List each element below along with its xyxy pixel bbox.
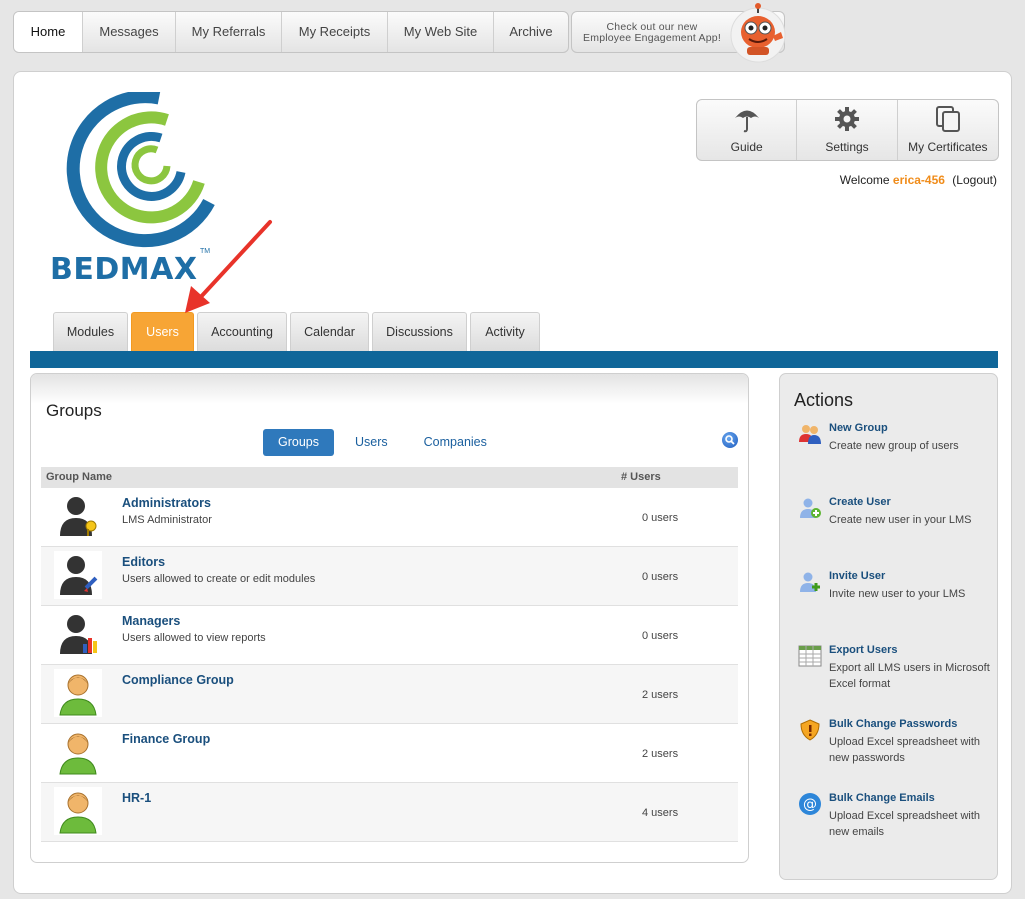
tab-accounting[interactable]: Accounting bbox=[197, 312, 287, 351]
group-user-count: 0 users bbox=[642, 571, 679, 583]
table-row[interactable]: Compliance Group 2 users bbox=[41, 665, 738, 724]
table-row[interactable]: Finance Group 2 users bbox=[41, 724, 738, 783]
welcome-message: Welcome erica-456 (Logout) bbox=[839, 173, 997, 187]
search-icon bbox=[725, 435, 735, 445]
subtab-users[interactable]: Users bbox=[340, 429, 403, 456]
group-name[interactable]: HR-1 bbox=[122, 791, 151, 805]
user-avatar-icon bbox=[54, 728, 102, 776]
group-name[interactable]: Managers bbox=[122, 614, 180, 628]
brand-name: BEDMAX bbox=[50, 252, 198, 287]
tab-activity[interactable]: Activity bbox=[470, 312, 540, 351]
group-name[interactable]: Finance Group bbox=[122, 732, 210, 746]
actions-panel: Actions New Group Create new group of us… bbox=[779, 373, 998, 880]
robot-mascot-icon bbox=[730, 3, 786, 63]
gear-icon bbox=[834, 107, 859, 131]
table-row[interactable]: Managers Users allowed to view reports 0… bbox=[41, 606, 738, 665]
main-tabs: Modules Users Accounting Calendar Discus… bbox=[53, 312, 543, 351]
groups-table: Group Name # Users Administrators LMS Ad… bbox=[41, 467, 738, 842]
table-header: Group Name # Users bbox=[41, 467, 738, 488]
tab-users[interactable]: Users bbox=[131, 312, 194, 351]
user-avatar-icon bbox=[54, 669, 102, 717]
table-row[interactable]: Administrators LMS Administrator 0 users bbox=[41, 488, 738, 547]
tab-discussions[interactable]: Discussions bbox=[372, 312, 467, 351]
groups-panel: Groups Groups Users Companies Group Name… bbox=[30, 373, 749, 863]
search-button[interactable] bbox=[722, 432, 738, 448]
group-description: Users allowed to view reports bbox=[122, 632, 266, 644]
create-user-icon bbox=[800, 498, 821, 518]
table-row[interactable]: Editors Users allowed to create or edit … bbox=[41, 547, 738, 606]
promo-banner[interactable]: Check out our new Employee Engagement Ap… bbox=[571, 3, 786, 63]
nav-my-web-site[interactable]: My Web Site bbox=[388, 12, 494, 52]
svg-text:@: @ bbox=[803, 797, 817, 813]
top-navigation: Home Messages My Referrals My Receipts M… bbox=[13, 11, 569, 53]
subtab-companies[interactable]: Companies bbox=[409, 429, 502, 456]
nav-my-receipts[interactable]: My Receipts bbox=[282, 12, 388, 52]
nav-messages[interactable]: Messages bbox=[83, 12, 176, 52]
trademark: TM bbox=[200, 248, 211, 255]
new-group-icon bbox=[799, 425, 821, 444]
main-panel: BEDMAX TM Guide Settings My Certificates… bbox=[13, 71, 1012, 894]
column-group-name[interactable]: Group Name bbox=[46, 471, 112, 483]
spreadsheet-icon bbox=[798, 645, 822, 667]
group-user-count: 2 users bbox=[642, 748, 679, 760]
tab-underline-bar bbox=[30, 351, 998, 368]
invite-user-icon bbox=[800, 572, 820, 592]
nav-archive[interactable]: Archive bbox=[494, 12, 568, 52]
group-user-count: 0 users bbox=[642, 512, 679, 524]
groups-subtabs: Groups Users Companies bbox=[263, 429, 508, 456]
at-sign-icon: @ bbox=[799, 793, 821, 815]
tab-modules[interactable]: Modules bbox=[53, 312, 128, 351]
username-link[interactable]: erica-456 bbox=[893, 173, 945, 187]
editor-avatar-icon bbox=[54, 551, 102, 599]
group-name[interactable]: Administrators bbox=[122, 496, 211, 510]
shield-icon bbox=[800, 719, 820, 741]
table-row[interactable]: HR-1 4 users bbox=[41, 783, 738, 842]
promo-text: Check out our new Employee Engagement Ap… bbox=[583, 21, 721, 44]
nav-home[interactable]: Home bbox=[14, 12, 83, 52]
nav-my-referrals[interactable]: My Referrals bbox=[176, 12, 282, 52]
admin-avatar-icon bbox=[54, 492, 102, 540]
group-description: Users allowed to create or edit modules bbox=[122, 573, 316, 585]
settings-button[interactable]: Settings bbox=[797, 100, 898, 160]
actions-title: Actions bbox=[794, 390, 854, 410]
toolbox: Guide Settings My Certificates bbox=[696, 99, 999, 161]
group-user-count: 4 users bbox=[642, 807, 679, 819]
groups-title: Groups bbox=[46, 401, 102, 420]
guide-button[interactable]: Guide bbox=[697, 100, 798, 160]
column-users[interactable]: # Users bbox=[621, 471, 661, 483]
group-name[interactable]: Editors bbox=[122, 555, 165, 569]
group-name[interactable]: Compliance Group bbox=[122, 673, 234, 687]
group-user-count: 2 users bbox=[642, 689, 679, 701]
copy-icon bbox=[935, 106, 960, 132]
my-certificates-button[interactable]: My Certificates bbox=[898, 100, 998, 160]
umbrella-icon bbox=[734, 110, 759, 133]
logout-link[interactable]: (Logout) bbox=[952, 173, 997, 187]
tab-calendar[interactable]: Calendar bbox=[290, 312, 369, 351]
subtab-groups[interactable]: Groups bbox=[263, 429, 334, 456]
user-avatar-icon bbox=[54, 787, 102, 835]
group-description: LMS Administrator bbox=[122, 514, 212, 526]
manager-avatar-icon bbox=[54, 610, 102, 658]
group-user-count: 0 users bbox=[642, 630, 679, 642]
